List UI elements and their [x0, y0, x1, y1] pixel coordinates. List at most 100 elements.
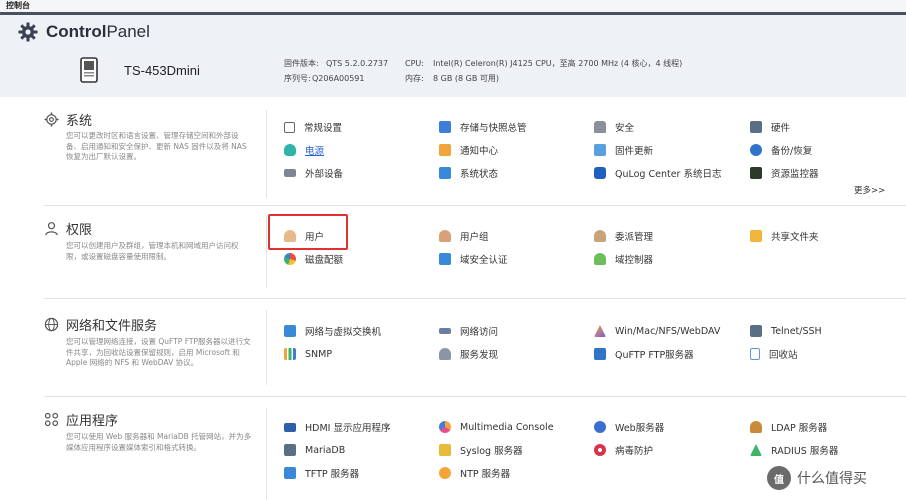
item-firmware-update[interactable]: 固件更新	[594, 142, 653, 158]
item-snmp[interactable]: SNMP	[284, 346, 332, 362]
more-link[interactable]: 更多>>	[854, 184, 885, 196]
storage-icon	[439, 121, 451, 133]
item-resource-monitor[interactable]: 资源监控器	[750, 165, 819, 181]
item-win-mac-nfs-webdav[interactable]: Win/Mac/NFS/WebDAV	[594, 323, 720, 339]
antivirus-icon	[594, 444, 606, 456]
section-title-system: 系统	[66, 114, 93, 129]
item-backup-restore[interactable]: 备份/恢复	[750, 142, 812, 158]
item-network-virtual-switch[interactable]: 网络与虚拟交换机	[284, 323, 381, 339]
item-mariadb[interactable]: MariaDB	[284, 442, 345, 458]
item-multimedia-console[interactable]: Multimedia Console	[439, 419, 554, 435]
section-desc-system: 您可以更改时区和语言设置、管理存储空间和外部设备、启用通知和安全保护、更新 NA…	[66, 131, 247, 161]
item-qulog-center[interactable]: QuLog Center 系统日志	[594, 165, 721, 181]
item-radius-server[interactable]: RADIUS 服务器	[750, 442, 838, 458]
memory-value: 8 GB (8 GB 可用)	[433, 74, 499, 83]
gear-icon	[18, 22, 38, 42]
firmware-update-icon	[594, 144, 606, 156]
ntp-clock-icon	[439, 467, 451, 479]
item-system-status[interactable]: 系统状态	[439, 165, 498, 181]
serial-value: Q206A00591	[312, 74, 365, 83]
section-desc-network: 您可以管理网络连接，设置 QuFTP FTP服务器以进行文件共享，为回收站设置保…	[66, 337, 251, 367]
nas-device-icon	[80, 57, 98, 83]
tftp-icon	[284, 467, 296, 479]
item-quota[interactable]: 磁盘配额	[284, 251, 343, 267]
hdmi-display-icon	[284, 422, 296, 432]
backup-icon	[750, 144, 762, 156]
item-ntp-server[interactable]: NTP 服务器	[439, 465, 510, 481]
cpu-label: CPU:	[405, 59, 424, 68]
item-delegated-admin[interactable]: 委派管理	[594, 228, 653, 244]
highlight-box	[268, 214, 348, 250]
apps-grid-icon	[44, 412, 59, 427]
section-divider-vertical	[266, 408, 267, 500]
item-storage-snapshots[interactable]: 存储与快照总管	[439, 119, 527, 135]
app-title: ControlPanel	[18, 21, 150, 43]
ldap-icon	[750, 421, 762, 433]
globe-icon	[44, 317, 59, 332]
item-quftp-server[interactable]: QuFTP FTP服务器	[594, 346, 694, 362]
watermark-text: 什么值得买	[797, 471, 867, 487]
window-titlebar: 控制台	[0, 0, 906, 15]
section-desc-applications: 您可以使用 Web 服务器和 MariaDB 托管网站，并为多媒体应用程序设置媒…	[66, 432, 252, 452]
web-server-icon	[594, 421, 606, 433]
domain-controller-icon	[594, 253, 606, 265]
network-access-icon	[439, 328, 451, 334]
item-power[interactable]: 电源	[284, 142, 324, 158]
item-domain-controller[interactable]: 域控制器	[594, 251, 653, 267]
item-general-settings[interactable]: 常规设置	[284, 119, 342, 135]
item-notification-center[interactable]: 通知中心	[439, 142, 498, 158]
radius-icon	[750, 444, 762, 456]
section-title-network: 网络和文件服务	[66, 319, 158, 334]
app-title-bold: Control	[46, 22, 107, 41]
terminal-icon	[750, 325, 762, 337]
item-hardware[interactable]: 硬件	[750, 119, 790, 135]
domain-security-icon	[439, 253, 451, 265]
item-shared-folders[interactable]: 共享文件夹	[750, 228, 819, 244]
notification-icon	[439, 144, 451, 156]
network-switch-icon	[284, 325, 296, 337]
section-separator	[44, 205, 906, 206]
app-title-rest: Panel	[106, 22, 150, 41]
section-title-applications: 应用程序	[66, 414, 119, 429]
item-domain-security[interactable]: 域安全认证	[439, 251, 508, 267]
item-network-access[interactable]: 网络访问	[439, 323, 498, 339]
folder-icon	[750, 230, 762, 242]
item-ldap-server[interactable]: LDAP 服务器	[750, 419, 827, 435]
system-status-icon	[439, 167, 451, 179]
hardware-icon	[750, 121, 762, 133]
item-web-server[interactable]: Web服务器	[594, 419, 664, 435]
multimedia-console-icon	[439, 421, 451, 433]
resource-monitor-icon	[750, 167, 762, 179]
window-title: 控制台	[6, 1, 30, 10]
control-panel-header: ControlPanel TS-453Dmini 固件版本: QTS 5.2.0…	[0, 15, 906, 97]
item-service-discovery[interactable]: 服务发现	[439, 346, 498, 362]
cpu-value: Intel(R) Celeron(R) J4125 CPU，至高 2700 MH…	[433, 59, 683, 68]
item-hdmi-display-app[interactable]: HDMI 显示应用程序	[284, 419, 390, 435]
section-desc-privileges: 您可以创建用户及群组，管理本机和网域用户访问权限，或设置磁盘容量使用限制。	[66, 241, 239, 261]
ftp-icon	[594, 348, 606, 360]
item-external-devices[interactable]: 外部设备	[284, 165, 343, 181]
general-settings-icon	[284, 121, 295, 133]
section-divider-vertical	[266, 110, 267, 198]
user-icon	[45, 222, 58, 236]
item-recycle-bin[interactable]: 回收站	[750, 346, 798, 362]
section-separator	[44, 396, 906, 397]
item-user-groups[interactable]: 用户组	[439, 228, 489, 244]
qulog-icon	[594, 167, 606, 179]
section-divider-vertical	[266, 310, 267, 385]
item-tftp-server[interactable]: TFTP 服务器	[284, 465, 359, 481]
service-discovery-icon	[439, 348, 451, 360]
device-name: TS-453Dmini	[124, 63, 200, 78]
item-syslog-server[interactable]: Syslog 服务器	[439, 442, 523, 458]
lock-icon	[594, 121, 606, 133]
section-title-privileges: 权限	[66, 223, 93, 238]
section-divider-vertical	[266, 216, 267, 288]
item-antivirus[interactable]: 病毒防护	[594, 442, 653, 458]
mariadb-icon	[284, 444, 296, 456]
item-security[interactable]: 安全	[594, 119, 634, 135]
watermark: 值 什么值得买	[767, 465, 867, 491]
external-device-icon	[284, 169, 296, 177]
memory-label: 内存:	[405, 74, 424, 83]
settings-gear-icon	[44, 112, 59, 127]
item-telnet-ssh[interactable]: Telnet/SSH	[750, 323, 822, 339]
